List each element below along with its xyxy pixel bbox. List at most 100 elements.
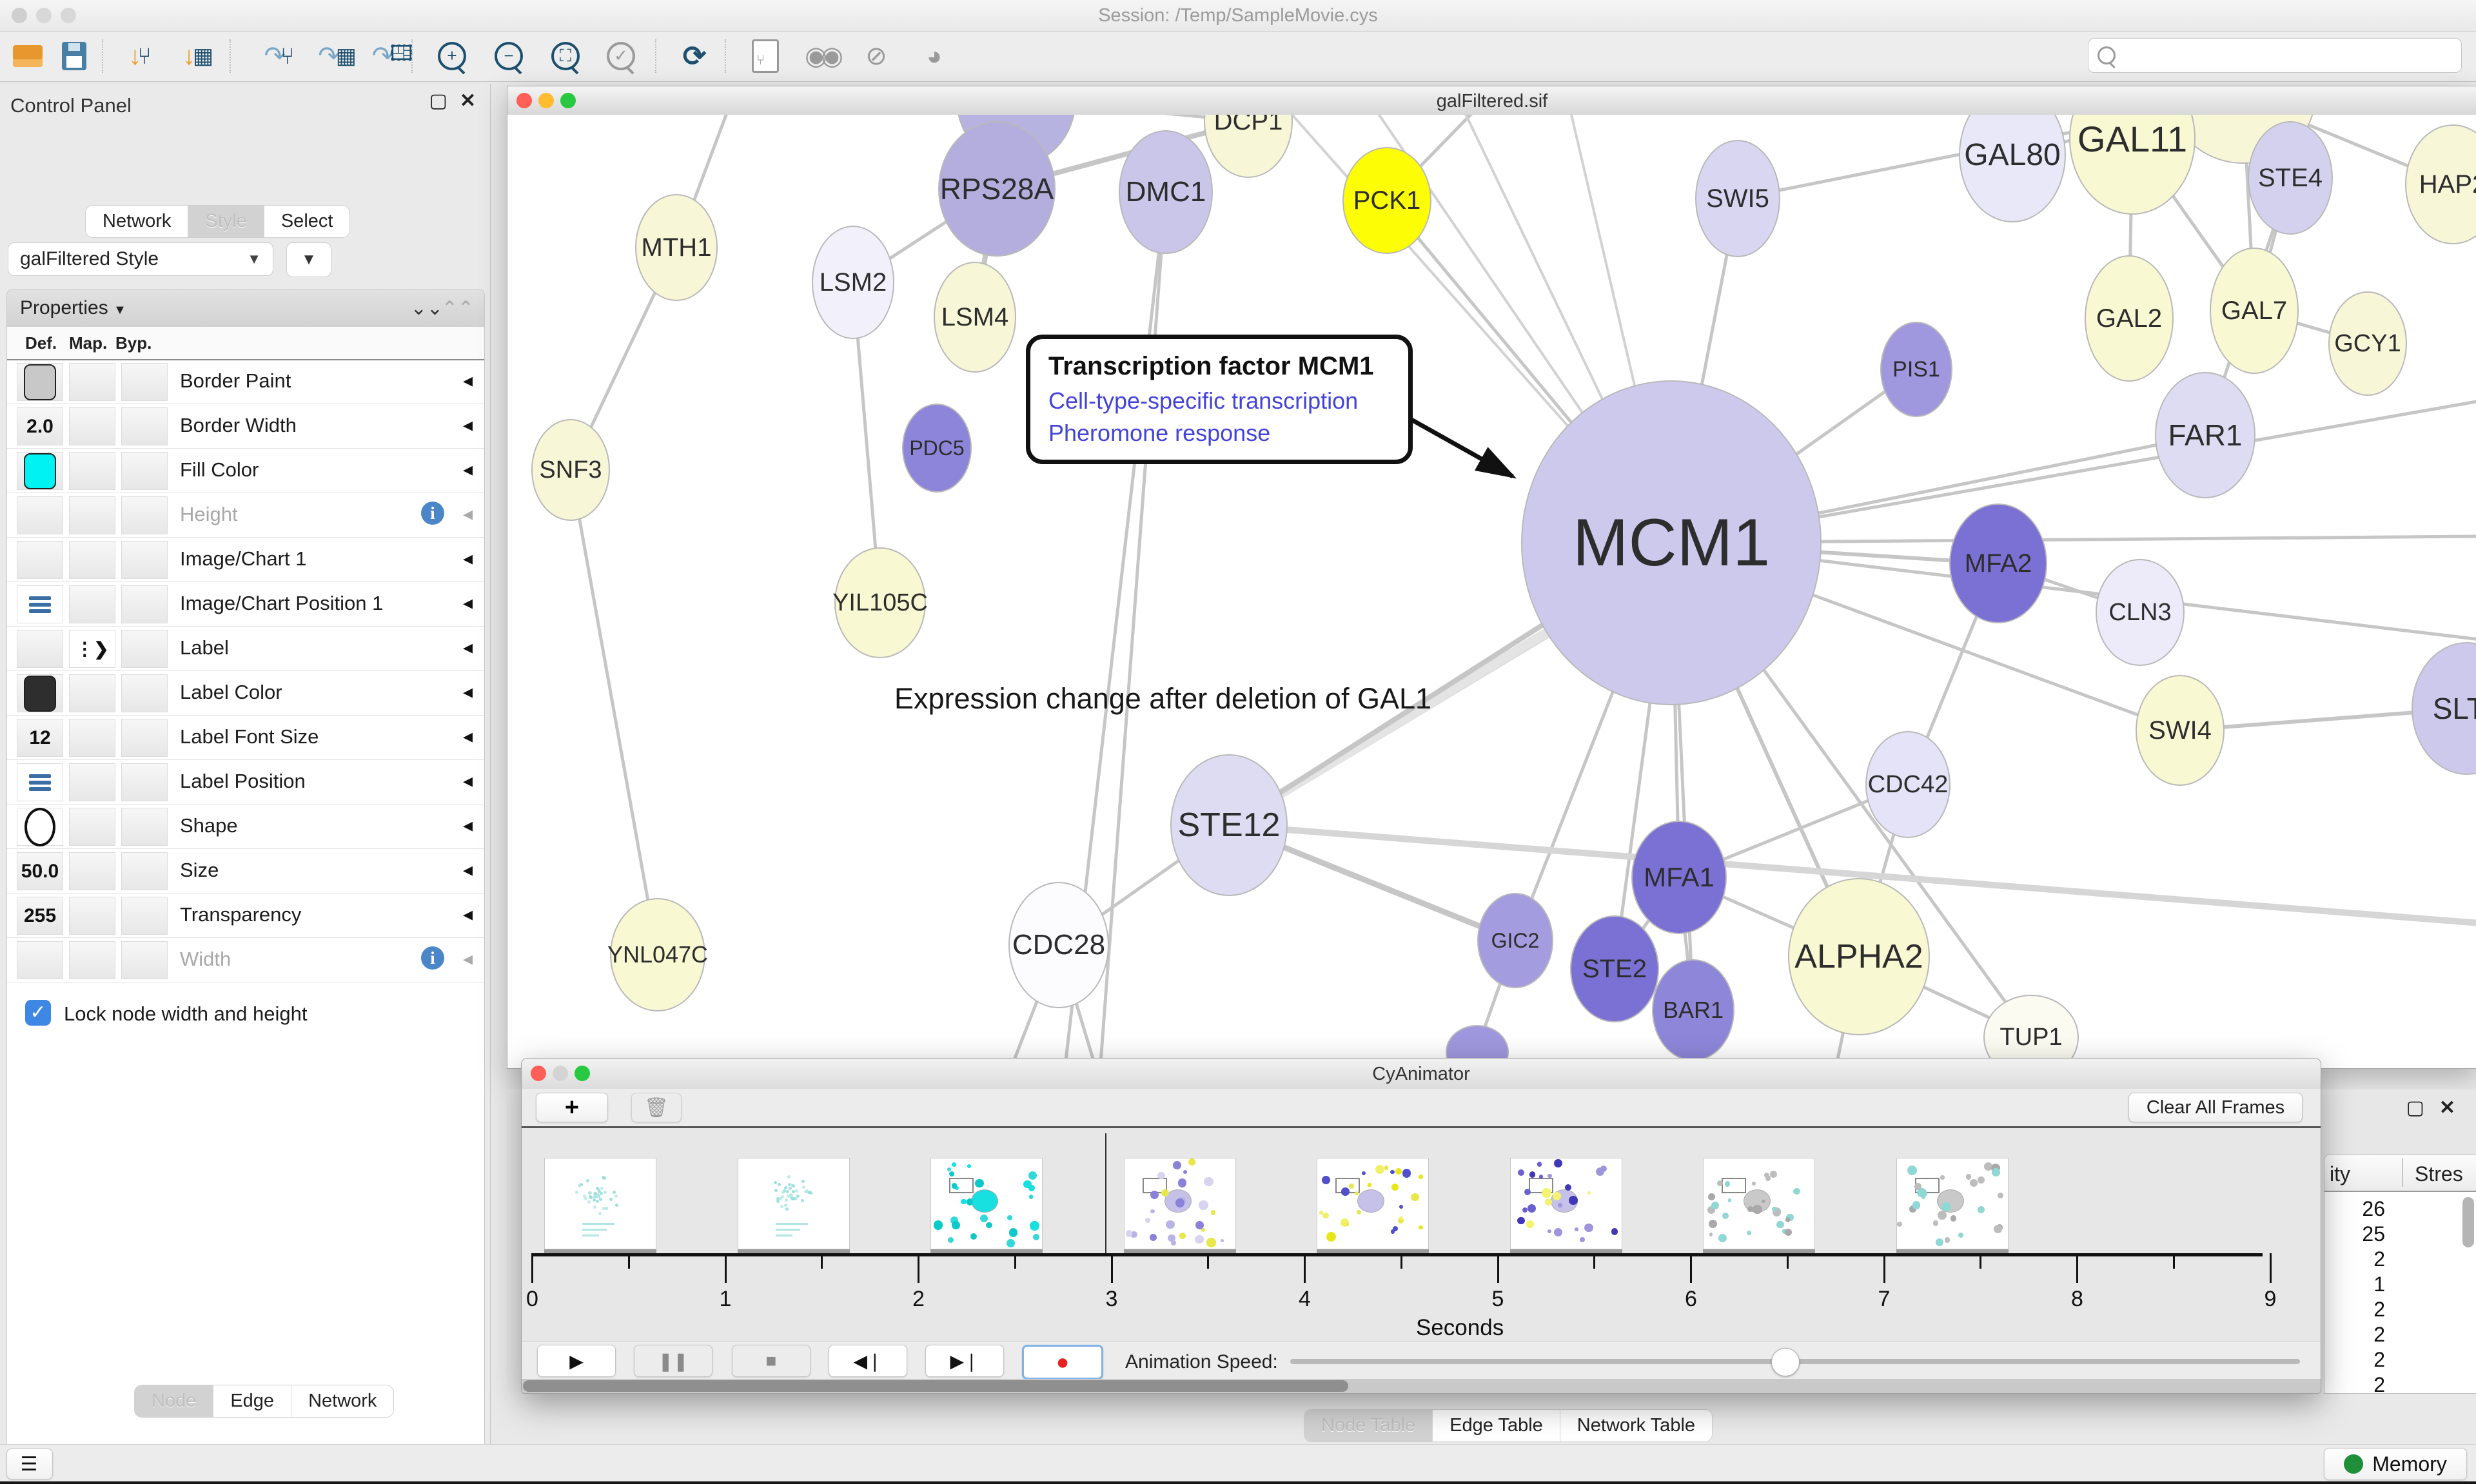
open-folder-icon[interactable] xyxy=(9,37,46,75)
expand-property-icon[interactable]: ◂ xyxy=(463,948,473,970)
network-node-gal7[interactable]: GAL7 xyxy=(2210,248,2299,374)
pause-button[interactable]: ❚❚ xyxy=(634,1345,712,1377)
network-node-swi4[interactable]: SWI4 xyxy=(2136,675,2225,786)
network-node-snf3[interactable]: SNF3 xyxy=(531,419,610,521)
network-node-pdc5[interactable]: PDC5 xyxy=(902,404,972,493)
def-cell[interactable]: 12 xyxy=(17,719,63,757)
network-node-yil105c[interactable]: YIL105C xyxy=(834,547,926,658)
tab-style[interactable]: Style xyxy=(188,206,264,237)
tab-edge-table[interactable]: Edge Table xyxy=(1433,1410,1560,1441)
property-row-image-chart-1[interactable]: Image/Chart 1◂ xyxy=(7,537,484,582)
add-frame-button[interactable]: + xyxy=(536,1093,608,1122)
expand-property-icon[interactable]: ◂ xyxy=(463,725,473,748)
table-cell[interactable]: 2 xyxy=(2324,1373,2385,1394)
import-table-icon[interactable]: ↓▦ xyxy=(179,37,217,75)
timeline-frame-2[interactable] xyxy=(930,1158,1043,1249)
refresh-icon[interactable]: ⟳ xyxy=(676,37,713,75)
property-row-image-chart-position-1[interactable]: Image/Chart Position 1◂ xyxy=(7,581,484,627)
tab-select[interactable]: Select xyxy=(264,206,350,237)
network-node-ste2[interactable]: STE2 xyxy=(1570,915,1659,1022)
style-options-button[interactable]: ▼ xyxy=(286,242,331,277)
table-cell[interactable]: 2 xyxy=(2324,1298,2385,1322)
expand-property-icon[interactable]: ◂ xyxy=(463,903,473,926)
byp-cell[interactable] xyxy=(121,496,168,534)
table-cell[interactable]: 2 xyxy=(2324,1348,2385,1372)
def-cell[interactable] xyxy=(17,496,63,534)
table-cell[interactable]: 2 xyxy=(2324,1323,2385,1347)
def-cell[interactable]: 255 xyxy=(17,897,63,935)
network-node-mth1[interactable]: MTH1 xyxy=(635,194,718,301)
table-cell[interactable]: 25 xyxy=(2324,1222,2385,1246)
hide-details-icon[interactable]: ⊘ xyxy=(858,37,895,75)
tab-edge[interactable]: Edge xyxy=(213,1385,291,1417)
table-cell[interactable]: 2 xyxy=(2324,1247,2385,1271)
zoom-fit-icon[interactable]: ⛶ xyxy=(547,37,584,75)
byp-cell[interactable] xyxy=(121,363,168,401)
map-cell[interactable] xyxy=(69,808,115,846)
network-node-ynl047c[interactable]: YNL047C xyxy=(610,898,705,1011)
column-ity[interactable]: ity xyxy=(2330,1162,2350,1186)
property-row-height[interactable]: Heighti◂ xyxy=(7,493,484,538)
def-cell[interactable] xyxy=(17,763,63,801)
network-node-mcm1[interactable]: MCM1 xyxy=(1521,380,1822,705)
map-cell[interactable] xyxy=(69,897,115,935)
cyanimator-titlebar[interactable]: CyAnimator xyxy=(522,1059,2321,1089)
close-panel-icon[interactable]: ✕ xyxy=(460,92,476,111)
byp-cell[interactable] xyxy=(121,541,168,579)
network-node-gic2[interactable]: GIC2 xyxy=(1477,893,1553,988)
info-icon[interactable]: i xyxy=(421,946,444,970)
timeline[interactable]: 0123456789 Seconds xyxy=(522,1128,2321,1342)
expand-property-icon[interactable]: ◂ xyxy=(463,636,473,659)
timeline-frame-7[interactable] xyxy=(1896,1158,2009,1249)
def-cell[interactable] xyxy=(17,941,63,979)
network-node-ste4[interactable]: STE4 xyxy=(2248,121,2333,235)
network-node-mfa2[interactable]: MFA2 xyxy=(1949,503,2047,623)
property-row-size[interactable]: 50.0Size◂ xyxy=(7,848,484,893)
byp-cell[interactable] xyxy=(121,808,168,846)
def-cell[interactable] xyxy=(17,630,63,668)
network-node-swi5[interactable]: SWI5 xyxy=(1695,140,1780,257)
expand-property-icon[interactable]: ◂ xyxy=(463,503,473,525)
tab-network[interactable]: Network xyxy=(86,206,188,237)
stop-button[interactable]: ■ xyxy=(732,1345,811,1377)
map-cell[interactable] xyxy=(69,496,115,534)
byp-cell[interactable] xyxy=(121,941,168,979)
map-cell[interactable] xyxy=(69,407,115,445)
map-cell[interactable]: ⋮❯ xyxy=(69,630,115,668)
network-node-far1[interactable]: FAR1 xyxy=(2155,372,2255,498)
clear-all-frames-button[interactable]: Clear All Frames xyxy=(2128,1093,2303,1122)
annotation-link-1[interactable]: Pheromone response xyxy=(1048,420,1390,447)
timeline-frame-0[interactable] xyxy=(544,1158,656,1249)
map-cell[interactable] xyxy=(69,674,115,712)
network-node-alpha2[interactable]: ALPHA2 xyxy=(1788,878,1930,1035)
property-row-label-color[interactable]: Label Color◂ xyxy=(7,670,484,716)
timeline-frame-6[interactable] xyxy=(1703,1158,1815,1249)
byp-cell[interactable] xyxy=(121,630,168,668)
map-cell[interactable] xyxy=(69,941,115,979)
search-binoculars-icon[interactable]: ◉◉ xyxy=(802,37,840,75)
memory-button[interactable]: Memory xyxy=(2324,1448,2467,1480)
byp-cell[interactable] xyxy=(121,674,168,712)
table-cell[interactable]: 26 xyxy=(2324,1197,2385,1221)
network-node-ste12[interactable]: STE12 xyxy=(1170,754,1288,896)
network-node-gal2[interactable]: GAL2 xyxy=(2085,255,2174,382)
network-window-titlebar[interactable]: galFiltered.sif xyxy=(507,86,2476,115)
timeline-frame-3[interactable] xyxy=(1124,1158,1236,1249)
byp-cell[interactable] xyxy=(121,719,168,757)
expand-property-icon[interactable]: ◂ xyxy=(463,681,473,703)
play-button[interactable]: ▶ xyxy=(537,1345,616,1377)
search-input[interactable] xyxy=(2088,38,2462,73)
close-table-panel-icon[interactable]: ✕ xyxy=(2439,1098,2455,1118)
show-details-icon[interactable]: ◕ xyxy=(916,37,953,75)
table-scrollbar[interactable] xyxy=(2462,1197,2474,1247)
show-panels-button[interactable]: ☰ xyxy=(6,1449,53,1479)
network-node-cdc42[interactable]: CDC42 xyxy=(1865,731,1950,838)
expand-property-icon[interactable]: ◂ xyxy=(463,369,473,392)
prev-frame-button[interactable]: ◀❘ xyxy=(829,1345,907,1377)
property-row-width[interactable]: Widthi◂ xyxy=(7,937,484,982)
info-icon[interactable]: i xyxy=(421,502,444,525)
map-cell[interactable] xyxy=(69,763,115,801)
lock-node-size-checkbox[interactable]: ✓ xyxy=(25,1000,51,1026)
byp-cell[interactable] xyxy=(121,452,168,490)
network-node-lsm2[interactable]: LSM2 xyxy=(812,226,894,339)
